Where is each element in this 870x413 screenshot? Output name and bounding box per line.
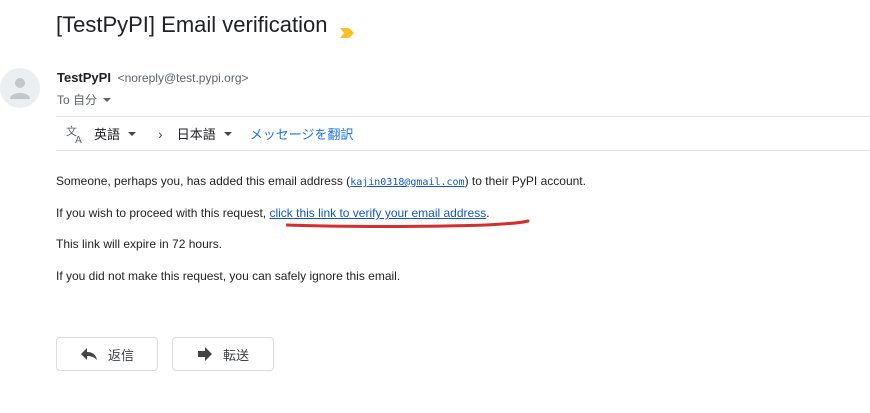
- verify-email-link[interactable]: click this link to verify your email add…: [269, 206, 486, 220]
- chevron-down-icon: [128, 131, 137, 136]
- source-language-select[interactable]: 英語: [94, 124, 137, 143]
- translate-message-link[interactable]: メッセージを翻訳: [250, 124, 354, 143]
- sender-name[interactable]: TestPyPI: [57, 70, 111, 85]
- body-paragraph-3: This link will expire in 72 hours.: [56, 237, 223, 251]
- email-subject: [TestPyPI] Email verification: [56, 12, 355, 38]
- body-text: If you wish to proceed with this request…: [56, 206, 270, 220]
- recipient-label: To 自分: [57, 93, 98, 107]
- forward-icon: [197, 347, 212, 361]
- body-paragraph-4: If you did not make this request, you ca…: [56, 269, 401, 283]
- recipient-details-toggle[interactable]: To 自分: [57, 91, 112, 108]
- email-address-link[interactable]: kajin0318@gmail.com: [350, 177, 464, 188]
- body-text: .: [486, 206, 490, 220]
- importance-marker-icon[interactable]: [339, 19, 355, 38]
- chevron-right-icon: ›: [158, 125, 163, 142]
- body-text: ) to their PyPI account.: [464, 174, 586, 188]
- sender-avatar[interactable]: [0, 68, 40, 108]
- body-text: Someone, perhaps you, has added this ema…: [56, 174, 351, 188]
- chevron-down-icon: [103, 97, 112, 102]
- translate-icon: 文 A: [66, 124, 86, 146]
- reply-icon: [80, 348, 97, 360]
- forward-button[interactable]: 転送: [172, 337, 274, 371]
- reply-label: 返信: [107, 347, 134, 363]
- target-language-label: 日本語: [176, 127, 216, 142]
- forward-label: 転送: [222, 347, 249, 363]
- body-paragraph-1: Someone, perhaps you, has added this ema…: [56, 173, 586, 191]
- reply-button[interactable]: 返信: [56, 337, 158, 371]
- translate-bar: 文 A 英語 › 日本語 メッセージを翻訳: [56, 116, 870, 151]
- svg-text:A: A: [75, 135, 82, 144]
- target-language-select[interactable]: 日本語: [177, 124, 232, 143]
- chevron-down-icon: [223, 131, 232, 136]
- email-subject-text: [TestPyPI] Email verification: [56, 12, 328, 37]
- red-annotation-underline: [286, 219, 530, 228]
- sender-line: TestPyPI <noreply@test.pypi.org>: [57, 70, 249, 85]
- sender-email: <noreply@test.pypi.org>: [117, 71, 249, 85]
- source-language-label: 英語: [94, 127, 121, 142]
